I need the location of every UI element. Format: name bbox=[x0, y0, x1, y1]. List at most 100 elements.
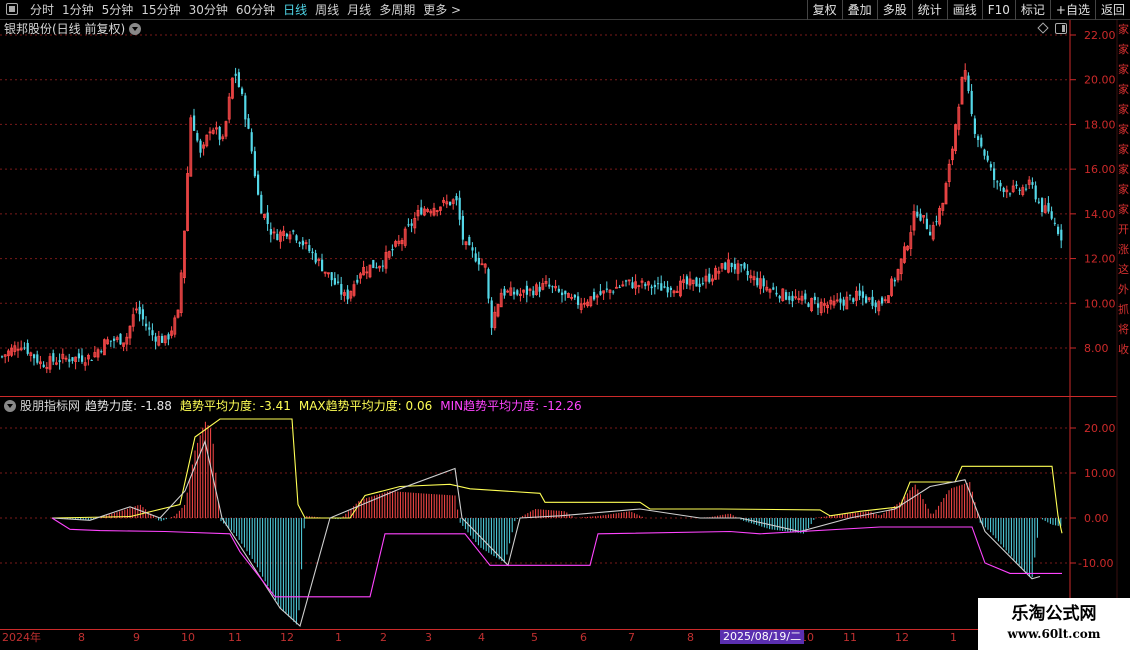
period-tab[interactable]: 日线 bbox=[279, 0, 311, 20]
candle-body bbox=[199, 140, 202, 153]
candle-body bbox=[266, 212, 269, 225]
candle-body bbox=[253, 151, 256, 177]
chart-area: 22.00 20.00 18.00 16.00 14.00 12.00 10.00 8.00 2… bbox=[0, 20, 1130, 650]
candle-body bbox=[881, 297, 884, 304]
candle-body bbox=[503, 288, 506, 296]
tool-button[interactable]: +自选 bbox=[1049, 0, 1095, 20]
candle-body bbox=[733, 263, 736, 270]
tool-button[interactable]: 复权 bbox=[806, 0, 842, 20]
candle-body bbox=[791, 295, 794, 302]
period-tab[interactable]: 周线 bbox=[311, 0, 343, 20]
candle-body bbox=[695, 277, 698, 287]
tool-button[interactable]: 统计 bbox=[911, 0, 947, 20]
x-axis-label: 12 bbox=[895, 631, 909, 644]
candle-body bbox=[71, 357, 74, 361]
candle-body bbox=[977, 136, 980, 140]
tool-buttons: 复权 叠加 多股 统计 画线 F10 标记 +自选 返回 bbox=[806, 0, 1130, 20]
candle-body bbox=[109, 340, 112, 342]
candle-body bbox=[330, 272, 333, 281]
candle-body bbox=[746, 270, 749, 276]
window-menu-icon[interactable] bbox=[6, 3, 18, 15]
candle-body bbox=[772, 287, 775, 290]
chevron-down-icon[interactable] bbox=[129, 23, 142, 35]
candle-body bbox=[148, 327, 151, 330]
candle-body bbox=[455, 196, 458, 201]
candle-body bbox=[785, 292, 788, 300]
candle-body bbox=[250, 132, 253, 152]
candle-body bbox=[1018, 189, 1021, 191]
indicator-value: 趋势平均力度: -3.41 bbox=[179, 399, 291, 413]
candle-body bbox=[756, 277, 759, 286]
candle-body bbox=[513, 291, 516, 295]
top-toolbar: 分时 1分钟 5分钟 15分钟 30分钟 60分钟 日线 周线 月线 多周期 更多 > 复权 叠加 多股… bbox=[0, 0, 1130, 20]
candle-body bbox=[701, 283, 704, 285]
candle-body bbox=[762, 278, 765, 287]
candle-body bbox=[986, 155, 989, 161]
tool-button[interactable]: F10 bbox=[981, 0, 1015, 20]
chart-canvas[interactable]: 22.0020.0018.0016.0014.0012.0010.008.002… bbox=[0, 20, 1130, 650]
candle-body bbox=[490, 300, 493, 328]
candle-body bbox=[980, 137, 983, 147]
tool-button[interactable]: 标记 bbox=[1014, 0, 1050, 20]
x-axis-label: 9 bbox=[133, 631, 140, 644]
indicator-line bbox=[51, 517, 1062, 598]
axis-labels: 22.00 20.00 18.00 16.00 14.00 12.00 10.00 8.00 2… bbox=[1070, 29, 1116, 570]
watermark: 乐淘公式网 www.60lt.com bbox=[978, 598, 1130, 650]
indicator-axis-label: 20.00 bbox=[1084, 422, 1116, 435]
candle-body bbox=[983, 149, 986, 156]
candle-body bbox=[557, 288, 560, 292]
candle-body bbox=[663, 286, 666, 288]
candle-body bbox=[301, 240, 304, 246]
candle-body bbox=[314, 253, 317, 263]
candle-body bbox=[532, 290, 535, 296]
candle-body bbox=[461, 215, 464, 240]
candle-body bbox=[474, 253, 477, 262]
candle-body bbox=[625, 280, 628, 282]
candle-body bbox=[487, 269, 490, 299]
period-tab[interactable]: 5分钟 bbox=[98, 0, 138, 20]
period-tab[interactable]: 多周期 bbox=[375, 0, 419, 20]
indicator-bars bbox=[54, 421, 1062, 625]
candle-body bbox=[698, 283, 701, 287]
candle-body bbox=[865, 296, 868, 303]
indicator-axis-label: 10.00 bbox=[1084, 467, 1116, 480]
period-tab[interactable]: 60分钟 bbox=[232, 0, 279, 20]
price-axis-label: 8.00 bbox=[1084, 342, 1109, 355]
candle-body bbox=[730, 262, 733, 268]
candle-body bbox=[561, 292, 564, 296]
candle-body bbox=[669, 287, 672, 291]
price-grid bbox=[0, 34, 1070, 349]
candle-body bbox=[260, 194, 263, 214]
chevron-down-icon[interactable] bbox=[4, 400, 16, 412]
candle-body bbox=[1047, 202, 1050, 212]
candle-body bbox=[849, 294, 852, 296]
strip-item: 家 bbox=[1118, 63, 1129, 76]
candle-body bbox=[311, 251, 314, 254]
period-tab[interactable]: 1分钟 bbox=[58, 0, 98, 20]
strip-item: 家 bbox=[1118, 183, 1129, 196]
period-tab[interactable]: 月线 bbox=[343, 0, 375, 20]
x-axis-label: 11 bbox=[843, 631, 857, 644]
watermark-url: www.60lt.com bbox=[1007, 627, 1101, 641]
tool-button[interactable]: 画线 bbox=[946, 0, 982, 20]
side-panel-icon[interactable] bbox=[1055, 23, 1067, 34]
candle-body bbox=[241, 88, 244, 95]
period-tab[interactable]: 30分钟 bbox=[185, 0, 232, 20]
period-tab[interactable]: 更多 > bbox=[419, 0, 465, 20]
period-tab[interactable]: 分时 bbox=[26, 0, 58, 20]
candle-body bbox=[970, 90, 973, 114]
tool-button[interactable]: 多股 bbox=[876, 0, 912, 20]
strip-item: 这 bbox=[1118, 263, 1129, 276]
candle-body bbox=[973, 118, 976, 134]
stock-title: 银邦股份(日线 前复权) bbox=[4, 22, 126, 36]
candle-body bbox=[813, 296, 816, 301]
tool-button[interactable]: 叠加 bbox=[841, 0, 877, 20]
x-axis-label: 5 bbox=[531, 631, 538, 644]
candle-body bbox=[929, 231, 932, 236]
period-tab[interactable]: 15分钟 bbox=[137, 0, 184, 20]
candle-body bbox=[935, 221, 938, 223]
candle-body bbox=[237, 72, 240, 87]
tool-button[interactable]: 返回 bbox=[1094, 0, 1130, 20]
candle-body bbox=[33, 354, 36, 359]
candle-body bbox=[740, 264, 743, 266]
